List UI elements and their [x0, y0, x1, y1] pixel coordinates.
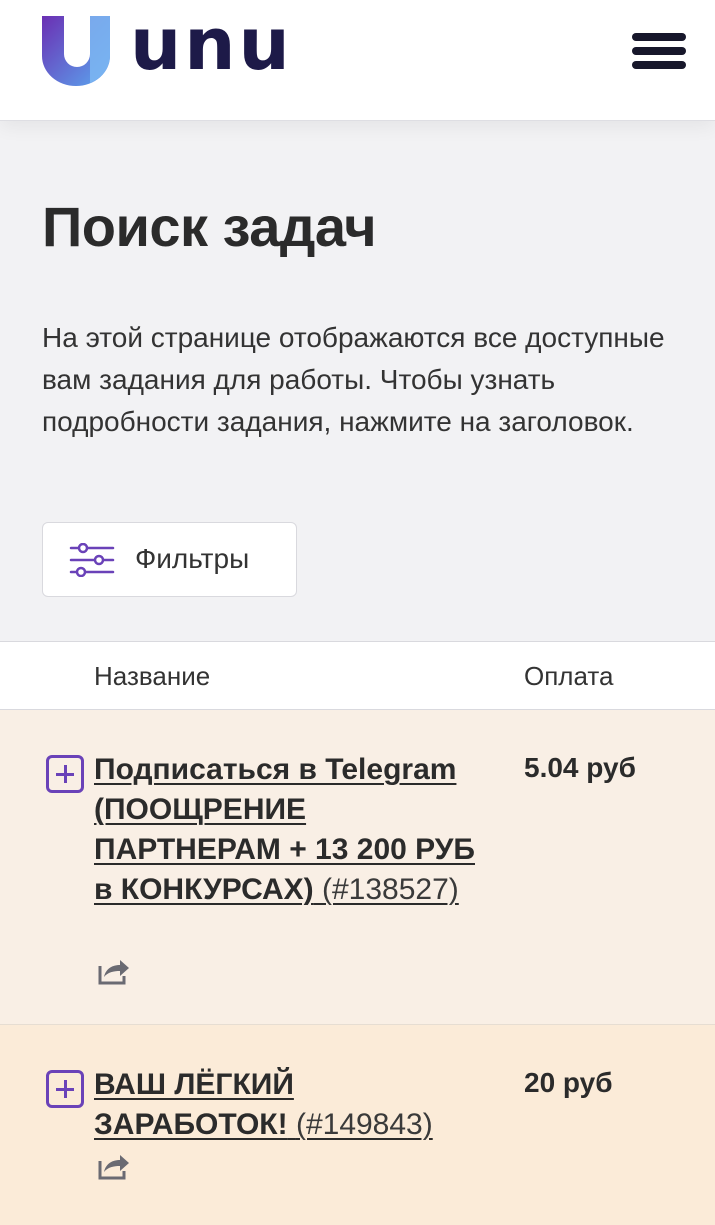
table-header: Название Оплата [0, 641, 715, 710]
column-header-payment: Оплата [524, 661, 614, 691]
table-row: Подписаться в Telegram (ПООЩРЕНИЕ ПАРТНЕ… [0, 710, 715, 1025]
column-header-name: Название [94, 661, 211, 691]
share-icon[interactable] [96, 1151, 130, 1181]
share-icon[interactable] [96, 956, 130, 986]
task-title-link[interactable]: Подписаться в Telegram (ПООЩРЕНИЕ ПАРТНЕ… [94, 750, 494, 910]
task-price: 20 руб [524, 1067, 613, 1098]
page-title: Поиск задач [42, 195, 377, 258]
table-row: ВАШ ЛЁГКИЙ ЗАРАБОТОК! (#149843) 20 руб [0, 1025, 715, 1225]
expand-plus-icon[interactable] [46, 755, 84, 793]
hamburger-menu-button[interactable] [632, 31, 686, 71]
filters-button[interactable]: Фильтры [42, 522, 297, 597]
page-description: На этой странице отображаются все доступ… [42, 322, 665, 437]
task-price: 5.04 руб [524, 752, 636, 783]
logo-mark-icon [42, 16, 110, 86]
logo-wordmark: unu [130, 2, 293, 86]
task-id: (#138527) [322, 873, 459, 906]
unu-logo[interactable]: unu [42, 8, 292, 88]
sliders-icon [69, 543, 115, 577]
filters-label: Фильтры [135, 543, 250, 574]
site-header: unu [0, 0, 715, 121]
task-title-text: ВАШ ЛЁГКИЙ ЗАРАБОТОК! [94, 1068, 294, 1141]
task-id: (#149843) [295, 1108, 433, 1141]
expand-plus-icon[interactable] [46, 1070, 84, 1108]
hamburger-icon [632, 33, 686, 41]
task-title-link[interactable]: ВАШ ЛЁГКИЙ ЗАРАБОТОК! (#149843) [94, 1065, 464, 1145]
